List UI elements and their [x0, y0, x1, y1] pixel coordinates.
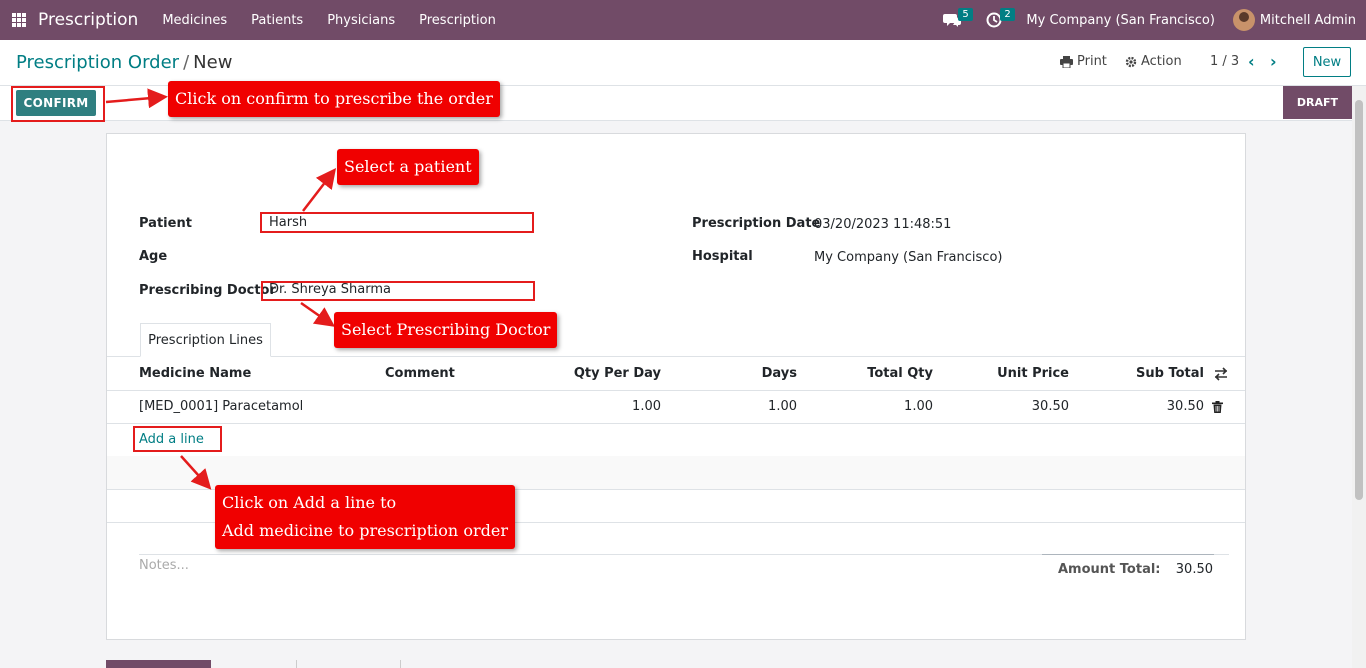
breadcrumb-separator: / — [183, 52, 190, 73]
hospital-field[interactable]: My Company (San Francisco) — [814, 250, 1002, 265]
col-unit-price[interactable]: Unit Price — [979, 366, 1069, 381]
chatter-divider — [400, 660, 401, 668]
add-line-callout-line-2: Add medicine to prescription order — [222, 521, 508, 540]
header-divider — [107, 390, 1245, 391]
breadcrumb-current: New — [193, 52, 233, 73]
user-avatar[interactable] — [1232, 9, 1255, 31]
col-sub-total[interactable]: Sub Total — [1114, 366, 1204, 381]
cell-unit-price[interactable]: 30.50 — [979, 399, 1069, 414]
chatter-send-message-button[interactable] — [106, 660, 211, 668]
doctor-label: Prescribing Doctor — [139, 283, 276, 298]
patient-label: Patient — [139, 216, 192, 231]
activities-button[interactable]: 2 — [984, 8, 1015, 30]
amount-total-value: 30.50 — [1175, 562, 1213, 577]
menu-medicines[interactable]: Medicines — [162, 13, 227, 28]
app-brand[interactable]: Prescription — [38, 10, 138, 30]
optional-columns-icon[interactable] — [1214, 367, 1228, 381]
menu-physicians[interactable]: Physicians — [327, 13, 395, 28]
printer-icon — [1060, 55, 1073, 68]
action-button[interactable]: Action — [1125, 54, 1182, 69]
prescription-date-field[interactable]: 03/20/2023 11:48:51 — [814, 217, 951, 232]
cell-medicine[interactable]: [MED_0001] Paracetamol — [139, 399, 303, 414]
cell-days[interactable]: 1.00 — [727, 399, 797, 414]
add-line-callout-line-1: Click on Add a line to — [222, 493, 397, 512]
col-total-qty[interactable]: Total Qty — [843, 366, 933, 381]
gear-icon — [1125, 56, 1137, 67]
menu-prescription[interactable]: Prescription — [419, 13, 496, 28]
print-button[interactable]: Print — [1060, 54, 1107, 69]
row-divider — [107, 423, 1245, 424]
pager-next-icon[interactable]: › — [1270, 52, 1277, 71]
trash-icon[interactable] — [1212, 401, 1223, 413]
tab-divider — [107, 356, 1245, 357]
confirm-callout: Click on confirm to prescribe the order — [168, 81, 500, 117]
cell-qty-per-day[interactable]: 1.00 — [561, 399, 661, 414]
print-label: Print — [1077, 54, 1107, 69]
notes-field[interactable]: Notes... — [139, 558, 189, 573]
cell-total-qty[interactable]: 1.00 — [843, 399, 933, 414]
cell-sub-total[interactable]: 30.50 — [1114, 399, 1204, 414]
action-label: Action — [1141, 54, 1182, 69]
amount-total-label: Amount Total: — [1058, 562, 1161, 577]
tab-prescription-lines[interactable]: Prescription Lines — [140, 323, 271, 357]
activities-count-badge: 2 — [1000, 8, 1015, 21]
breadcrumb-parent[interactable]: Prescription Order — [16, 52, 179, 73]
scrollbar-thumb[interactable] — [1355, 100, 1363, 500]
age-label: Age — [139, 249, 168, 264]
user-menu[interactable]: Mitchell Admin — [1260, 13, 1356, 28]
patient-callout: Select a patient — [337, 149, 479, 185]
doctor-highlight-box — [261, 281, 535, 301]
add-line-callout: Click on Add a line to Add medicine to p… — [215, 485, 515, 549]
patient-highlight-box — [260, 212, 534, 233]
company-switcher[interactable]: My Company (San Francisco) — [1026, 13, 1214, 28]
hospital-label: Hospital — [692, 249, 753, 264]
col-medicine-name[interactable]: Medicine Name — [139, 366, 251, 381]
messages-count-badge: 5 — [958, 8, 973, 21]
app-menu-icon[interactable] — [12, 13, 26, 27]
add-line-highlight-box — [133, 426, 222, 452]
form-sheet: Patient Harsh Age Prescribing Doctor Dr.… — [106, 133, 1246, 640]
chatter-divider — [296, 660, 297, 668]
top-navbar: Prescription Medicines Patients Physicia… — [0, 0, 1366, 40]
col-days[interactable]: Days — [727, 366, 797, 381]
pager-value[interactable]: 1 / 3 — [1210, 54, 1239, 69]
total-divider — [1042, 554, 1214, 555]
pager-previous-icon[interactable]: ‹ — [1248, 52, 1255, 71]
navbar-systray: 5 2 My Company (San Francisco) Mitchell … — [942, 0, 1366, 40]
menu-patients[interactable]: Patients — [251, 13, 303, 28]
prescription-date-label: Prescription Date — [692, 216, 821, 231]
confirm-highlight-box — [11, 86, 105, 122]
page-scrollbar[interactable] — [1352, 86, 1366, 668]
col-qty-per-day[interactable]: Qty Per Day — [561, 366, 661, 381]
breadcrumb: Prescription Order / New — [16, 52, 232, 73]
status-draft[interactable]: DRAFT — [1283, 86, 1352, 119]
control-panel: Prescription Order / New Print Action 1 / … — [0, 40, 1366, 86]
doctor-callout: Select Prescribing Doctor — [334, 312, 558, 348]
messages-button[interactable]: 5 — [942, 8, 973, 30]
new-button[interactable]: New — [1303, 47, 1351, 77]
col-comment[interactable]: Comment — [385, 366, 455, 381]
